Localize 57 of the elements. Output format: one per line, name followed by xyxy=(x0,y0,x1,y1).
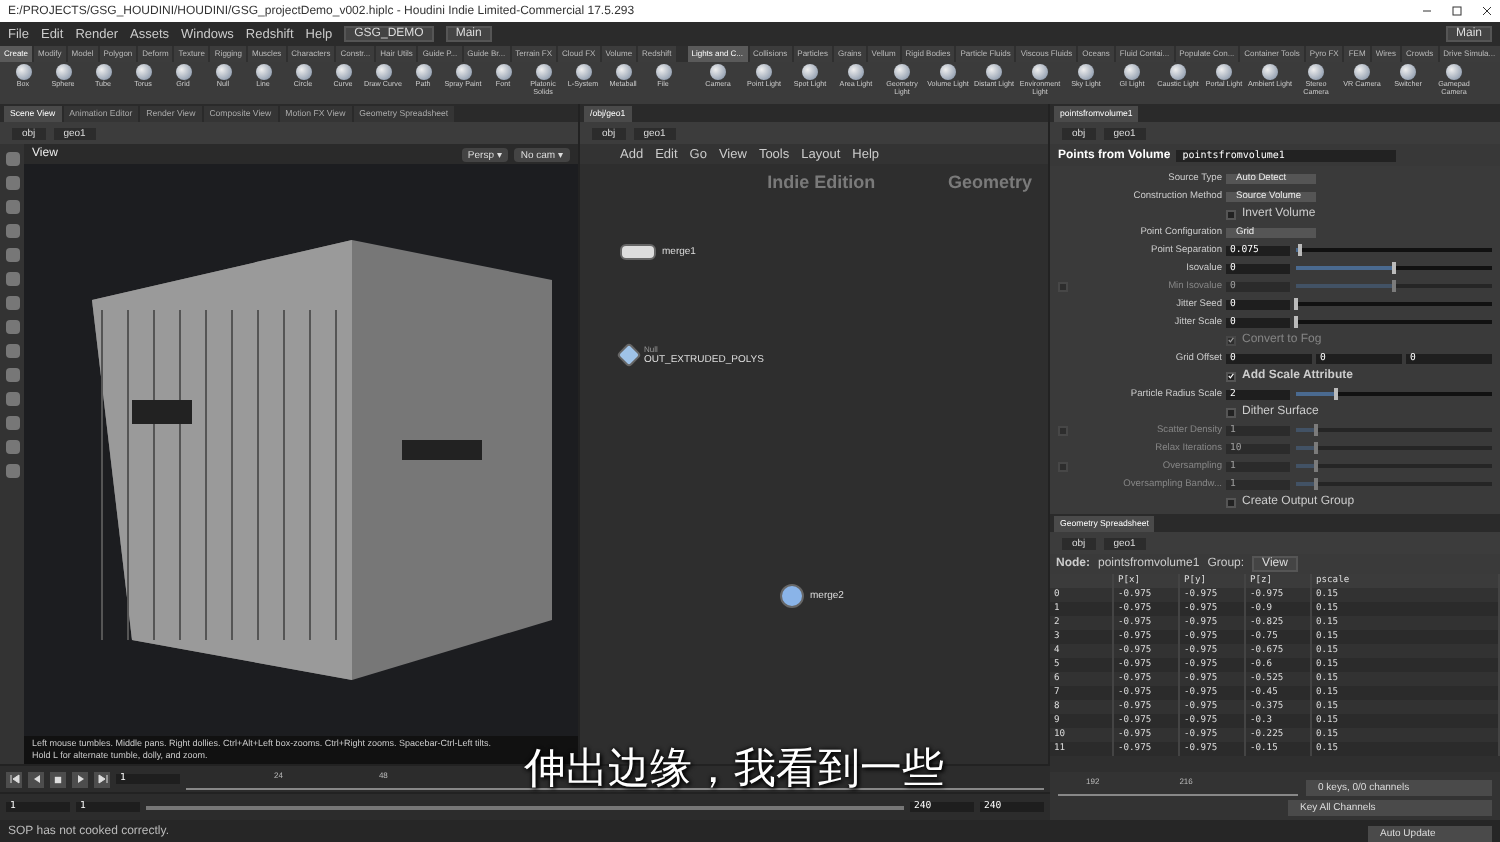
tool-icon[interactable] xyxy=(1354,64,1370,80)
close-icon[interactable] xyxy=(1482,6,1492,16)
tool-icon[interactable] xyxy=(986,64,1002,80)
node-icon[interactable] xyxy=(620,244,656,260)
slider-handle[interactable] xyxy=(1392,262,1396,274)
tool-icon[interactable] xyxy=(1400,64,1416,80)
param-checkbox[interactable] xyxy=(1226,371,1236,381)
tool-icon[interactable] xyxy=(655,64,671,80)
tool-icon[interactable] xyxy=(95,64,111,80)
tool-icon[interactable] xyxy=(215,64,231,80)
maximize-icon[interactable] xyxy=(1452,6,1462,16)
param-checkbox[interactable] xyxy=(1226,497,1236,507)
tool-icon[interactable] xyxy=(375,64,391,80)
tool-icon[interactable] xyxy=(940,64,956,80)
last-frame-button[interactable] xyxy=(94,771,110,787)
tool-icon[interactable] xyxy=(1170,64,1186,80)
param-checkbox[interactable] xyxy=(1226,407,1236,417)
play-button[interactable] xyxy=(72,771,88,787)
tool-icon[interactable] xyxy=(894,64,910,80)
node-icon[interactable] xyxy=(616,342,642,368)
tool-icon[interactable] xyxy=(335,64,351,80)
tool-icon[interactable] xyxy=(1032,64,1048,80)
tool-icon[interactable] xyxy=(495,64,511,80)
tool-icon[interactable] xyxy=(575,64,591,80)
tool-icon[interactable] xyxy=(615,64,631,80)
slider-handle[interactable] xyxy=(1294,316,1298,328)
edition-watermark: Indie Edition xyxy=(767,172,876,192)
slider-handle[interactable] xyxy=(1294,298,1298,310)
tool-icon[interactable] xyxy=(415,64,431,80)
tool-icon[interactable] xyxy=(535,64,551,80)
tool-icon[interactable] xyxy=(1262,64,1278,80)
tool-icon[interactable] xyxy=(848,64,864,80)
tool-icon[interactable] xyxy=(756,64,772,80)
tool-icon[interactable] xyxy=(1216,64,1232,80)
tool-icon[interactable] xyxy=(1078,64,1094,80)
tool-icon[interactable] xyxy=(55,64,71,80)
tool-icon[interactable] xyxy=(15,64,31,80)
subtitle: 伸出边缘，我看到一些 xyxy=(524,744,944,792)
tool-icon[interactable] xyxy=(1446,64,1462,80)
tool-icon[interactable] xyxy=(710,64,726,80)
tool-icon[interactable] xyxy=(135,64,151,80)
tool-icon[interactable] xyxy=(255,64,271,80)
tool-icon[interactable] xyxy=(1124,64,1140,80)
tool-icon[interactable] xyxy=(1308,64,1324,80)
param-checkbox[interactable] xyxy=(1226,209,1236,219)
tool-icon[interactable] xyxy=(455,64,471,80)
minimize-icon[interactable] xyxy=(1422,6,1432,16)
context-label: Geometry xyxy=(947,172,1032,192)
first-frame-button[interactable] xyxy=(6,771,22,787)
tool-icon[interactable] xyxy=(295,64,311,80)
node-icon[interactable] xyxy=(780,584,804,608)
slider-handle[interactable] xyxy=(1333,388,1338,400)
stop-button[interactable] xyxy=(50,771,66,787)
reverse-play-button[interactable] xyxy=(28,771,44,787)
tool-icon[interactable] xyxy=(175,64,191,80)
tool-icon[interactable] xyxy=(802,64,818,80)
slider-handle[interactable] xyxy=(1297,244,1302,256)
